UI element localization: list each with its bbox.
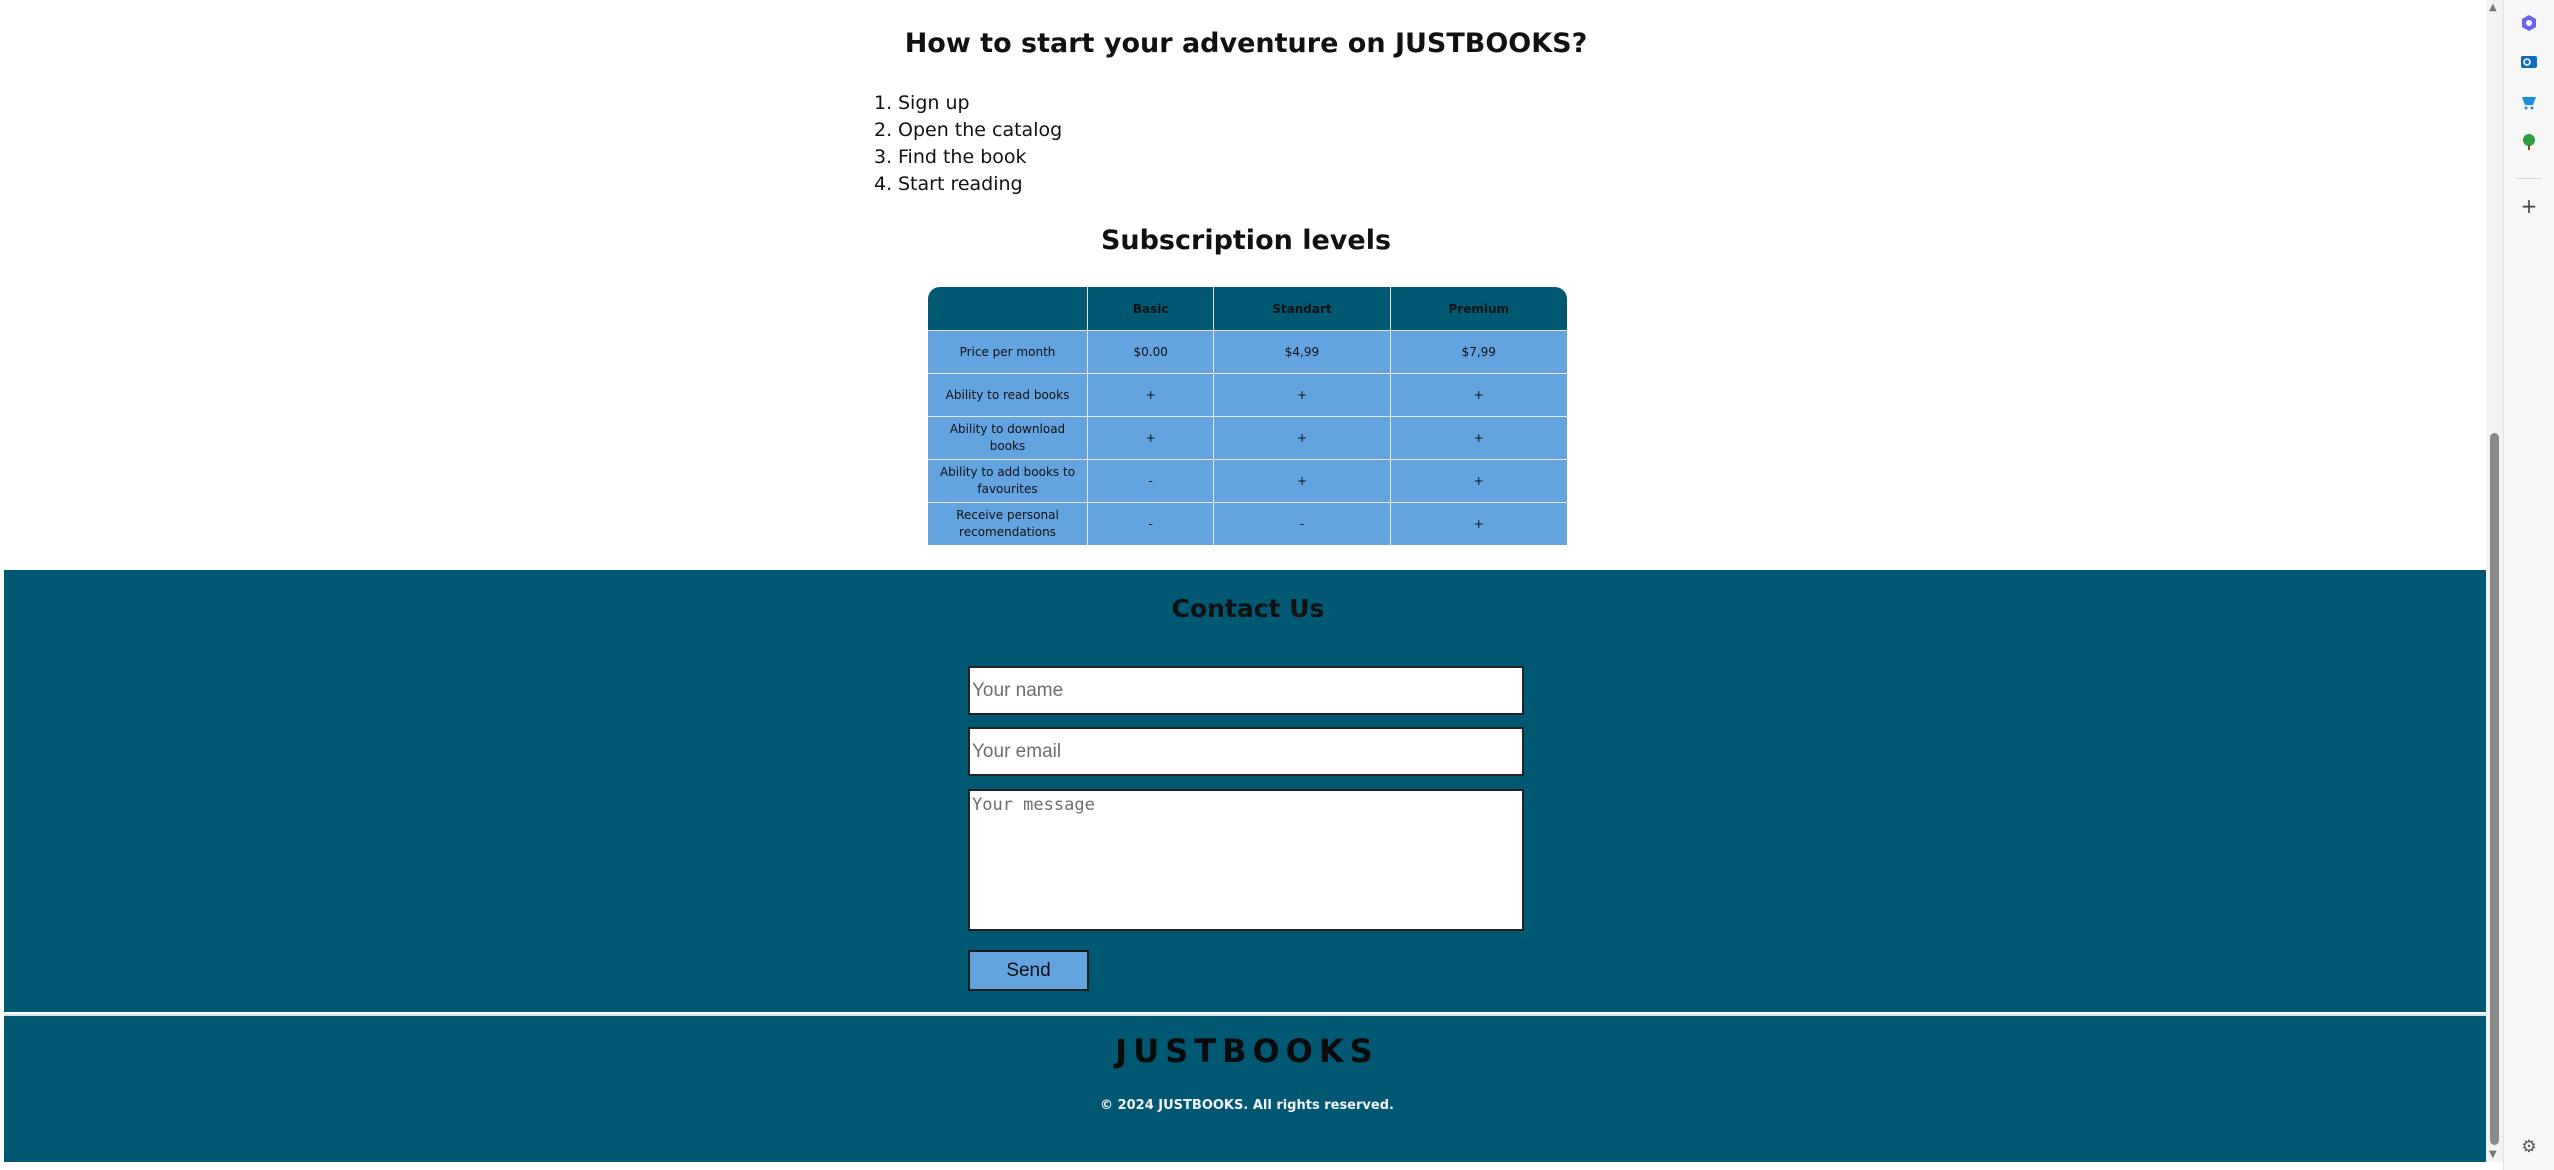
table-cell: $4,99	[1214, 330, 1391, 373]
footer-logo: JUSTBOOKS	[1115, 1032, 1379, 1070]
page-scrollbar[interactable]: ▲ ▼	[2486, 0, 2503, 1162]
how-to-title: How to start your adventure on JUSTBOOKS…	[904, 28, 1588, 59]
list-item: 4. Start reading	[874, 171, 1062, 198]
sidebar-divider	[2516, 178, 2542, 179]
list-item: 3. Find the book	[874, 144, 1062, 171]
table-header-premium: Premium	[1390, 287, 1567, 330]
contact-section: Contact Us Send	[4, 570, 2490, 1012]
table-cell: -	[1088, 459, 1215, 502]
step-number: 3.	[874, 146, 893, 168]
name-field[interactable]	[968, 666, 1524, 715]
table-cell: -	[1214, 502, 1391, 545]
footer: JUSTBOOKS © 2024 JUSTBOOKS. All rights r…	[4, 1014, 2490, 1162]
table-cell: +	[1214, 416, 1391, 459]
add-icon[interactable]: +	[2518, 194, 2540, 218]
step-number: 1.	[874, 92, 893, 114]
page: How to start your adventure on JUSTBOOKS…	[0, 0, 2490, 1162]
send-button[interactable]: Send	[968, 950, 1089, 991]
step-text: Sign up	[898, 92, 970, 114]
row-label: Price per month	[928, 330, 1088, 373]
table-row: Ability to read books + + +	[928, 373, 1567, 416]
contact-title: Contact Us	[1171, 594, 1325, 623]
message-field[interactable]	[968, 789, 1524, 931]
table-cell: +	[1390, 459, 1567, 502]
scroll-up-icon[interactable]: ▲	[2489, 2, 2497, 13]
row-label: Receive personal recomendations	[928, 502, 1088, 545]
table-cell: +	[1390, 373, 1567, 416]
table-cell: +	[1390, 416, 1567, 459]
step-text: Start reading	[898, 173, 1023, 195]
step-number: 2.	[874, 119, 893, 141]
step-number: 4.	[874, 173, 893, 195]
row-label: Ability to download books	[928, 416, 1088, 459]
row-label: Ability to read books	[928, 373, 1088, 416]
step-text: Open the catalog	[898, 119, 1063, 141]
table-cell: +	[1088, 416, 1215, 459]
table-row: Ability to download books + + +	[928, 416, 1567, 459]
scroll-down-icon[interactable]: ▼	[2489, 1149, 2497, 1160]
table-header-basic: Basic	[1088, 287, 1215, 330]
table-cell: +	[1390, 502, 1567, 545]
table-row: Price per month $0.00 $4,99 $7,99	[928, 330, 1567, 373]
table-cell: $0.00	[1088, 330, 1215, 373]
subscription-title: Subscription levels	[1100, 225, 1392, 256]
table-row: Ability to add books to favourites - + +	[928, 459, 1567, 502]
table-cell: +	[1214, 459, 1391, 502]
table-row: Receive personal recomendations - - +	[928, 502, 1567, 545]
subscription-table: Basic Standart Premium Price per month $…	[928, 287, 1567, 545]
browser-sidebar: + ⚙	[2503, 0, 2554, 1170]
step-text: Find the book	[898, 146, 1027, 168]
table-cell: -	[1088, 502, 1215, 545]
table-cell: +	[1214, 373, 1391, 416]
settings-icon[interactable]: ⚙	[2518, 1136, 2540, 1158]
games-icon[interactable]	[2518, 131, 2540, 153]
email-field[interactable]	[968, 727, 1524, 776]
scroll-thumb[interactable]	[2490, 433, 2499, 1145]
table-cell: +	[1088, 373, 1215, 416]
table-header-standart: Standart	[1214, 287, 1391, 330]
table-header-row: Basic Standart Premium	[928, 287, 1567, 330]
row-label: Ability to add books to favourites	[928, 459, 1088, 502]
copilot-icon[interactable]	[2518, 12, 2540, 34]
outlook-icon[interactable]	[2518, 51, 2540, 73]
shopping-icon[interactable]	[2518, 91, 2540, 113]
steps-list: 1. Sign up 2. Open the catalog 3. Find the …	[874, 90, 1062, 198]
table-header-empty	[928, 287, 1088, 330]
table-cell: $7,99	[1390, 330, 1567, 373]
copyright-text: © 2024 JUSTBOOKS. All rights reserved.	[1100, 1098, 1394, 1113]
list-item: 1. Sign up	[874, 90, 1062, 117]
list-item: 2. Open the catalog	[874, 117, 1062, 144]
